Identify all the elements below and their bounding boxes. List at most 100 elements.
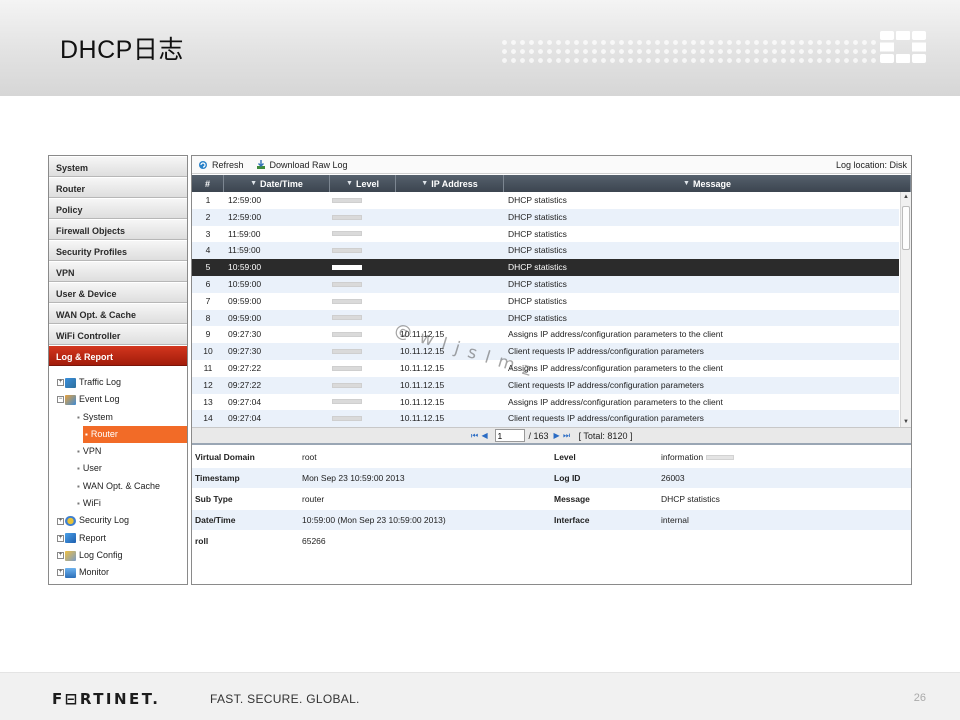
tree-monitor[interactable]: + Monitor [49,564,187,581]
next-page-icon[interactable]: ▶ [553,431,561,440]
expand-plus-icon[interactable]: + [57,379,64,387]
tree-event-wifi[interactable]: ▪ WiFi [49,495,187,512]
expand-plus-icon[interactable]: + [57,552,64,560]
collapse-minus-icon[interactable]: − [57,396,64,404]
col-header-message[interactable]: ▼ Message [504,175,911,192]
level-indicator [332,265,362,271]
download-label: Download Raw Log [269,159,348,170]
total-count: [ Total: 8120 ] [578,430,633,441]
tree-event-wan-opt-cache[interactable]: ▪ WAN Opt. & Cache [49,478,187,495]
row-level [330,310,396,327]
row-level [330,226,396,243]
col-header-level[interactable]: ▼ Level [330,175,396,192]
prev-page-icon[interactable]: ◀ [481,431,489,440]
tree-event-user[interactable]: ▪ User [49,460,187,477]
tree-security-log[interactable]: + Security Log [49,512,187,529]
table-row[interactable]: 9 09:27:30 10.11.12.15 Assigns IP address/c… [192,326,899,343]
detail-value: DHCP statistics [661,494,720,504]
row-number: 3 [205,228,211,239]
tree-event-system[interactable]: ▪ System [49,409,187,426]
expand-plus-icon[interactable]: + [57,569,64,577]
nav-item-system[interactable]: System [49,156,187,177]
tree-label: WAN Opt. & Cache [82,480,161,491]
row-level [330,343,396,360]
col-header-ip[interactable]: ▼ IP Address [396,175,504,192]
row-message: DHCP statistics [508,312,567,323]
row-datetime: 09:27:22 [228,379,262,390]
nav-item-security-profiles[interactable]: Security Profiles [49,240,187,261]
row-message: DHCP statistics [508,211,567,222]
tree-event-router[interactable]: ▪ Router [83,425,187,444]
row-datetime: 09:27:30 [228,329,262,340]
table-row[interactable]: 5 10:59:00 DHCP statistics [192,259,899,276]
table-row[interactable]: 8 09:59:00 DHCP statistics [192,309,899,327]
report-icon [65,533,76,544]
nav-item-wifi-controller[interactable]: WiFi Controller [49,324,187,345]
slide-title: DHCP日志 [60,36,184,64]
scroll-up-icon[interactable]: ▲ [903,194,909,200]
row-ip-address: 10.11.12.15 [400,379,445,390]
table-row[interactable]: 7 09:59:00 DHCP statistics [192,293,899,310]
tree-label: Log Config [79,549,123,560]
log-location: Log location: Disk [835,159,907,170]
detail-value [658,531,908,551]
table-row[interactable]: 4 11:59:00 DHCP statistics [192,242,899,260]
download-raw-log-button[interactable]: Download Raw Log [256,159,348,170]
scroll-down-icon[interactable]: ▼ [903,419,909,425]
level-indicator [332,281,362,287]
page-number-input[interactable] [494,429,525,442]
table-row[interactable]: 3 11:59:00 DHCP statistics [192,226,899,243]
header-dot-pattern [500,38,880,64]
nav-item-vpn[interactable]: VPN [49,261,187,282]
filter-icon[interactable]: ▼ [346,180,353,187]
filter-icon[interactable]: ▼ [421,180,428,187]
table-row[interactable]: 12 09:27:22 10.11.12.15 Client requests IP … [192,376,899,394]
table-row[interactable]: 11 09:27:22 10.11.12.15 Assigns IP address/… [192,360,899,377]
row-ip-address [396,192,504,209]
row-level [330,276,396,293]
event-log-icon [65,394,76,405]
col-label: Level [355,178,379,189]
scrollbar-thumb[interactable] [902,206,910,250]
nav-item-firewall-objects[interactable]: Firewall Objects [49,219,187,240]
table-row[interactable]: 2 12:59:00 DHCP statistics [192,208,899,226]
tree-traffic-log[interactable]: + Traffic Log [49,374,187,391]
row-ip-address [396,242,504,259]
refresh-button[interactable]: Refresh [198,160,244,170]
table-row[interactable]: 6 10:59:00 DHCP statistics [192,275,899,293]
col-header-datetime[interactable]: ▼ Date/Time [224,175,330,192]
nav-item-log-report[interactable]: Log & Report [49,345,187,366]
table-row[interactable]: 10 09:27:30 10.11.12.15 Client requests IP … [192,343,899,360]
filter-icon[interactable]: ▼ [250,180,257,187]
log-config-icon [65,550,76,561]
row-ip-address: 10.11.12.15 [400,413,445,424]
table-row[interactable]: 14 09:27:04 10.11.12.15 Client requests IP … [192,410,899,427]
row-message: Assigns IP address/configuration paramet… [508,329,723,340]
tree-report[interactable]: + Report [49,530,187,547]
row-number: 4 [205,245,211,256]
last-page-icon[interactable]: ⏭ [563,431,571,440]
nav-item-policy[interactable]: Policy [49,198,187,219]
row-level [330,326,396,343]
tree-log-config[interactable]: + Log Config [49,547,187,564]
table-row[interactable]: 1 12:59:00 DHCP statistics [192,192,899,209]
table-row[interactable]: 13 09:27:04 10.11.12.15 Assigns IP address/… [192,394,899,411]
row-datetime: 09:59:00 [228,312,262,323]
row-message: DHCP statistics [508,245,567,256]
nav-item-wan-opt-cache[interactable]: WAN Opt. & Cache [49,303,187,324]
filter-icon[interactable]: ▼ [683,180,690,187]
nav-item-user-device[interactable]: User & Device [49,282,187,303]
table-scrollbar[interactable]: ▲ ▼ [900,192,911,427]
expand-plus-icon[interactable]: + [57,517,64,525]
row-datetime: 10:59:00 [228,278,262,289]
detail-key: Message [554,494,590,504]
tree-event-log[interactable]: − Event Log [49,391,187,408]
nav-item-router[interactable]: Router [49,177,187,198]
first-page-icon[interactable]: ⏮ [471,431,479,440]
detail-key: Interface [554,515,590,525]
row-message: DHCP statistics [508,278,567,289]
col-header-number[interactable]: # [192,175,224,192]
expand-plus-icon[interactable]: + [57,534,64,542]
tree-event-vpn[interactable]: ▪ VPN [49,443,187,460]
level-indicator [332,416,362,422]
